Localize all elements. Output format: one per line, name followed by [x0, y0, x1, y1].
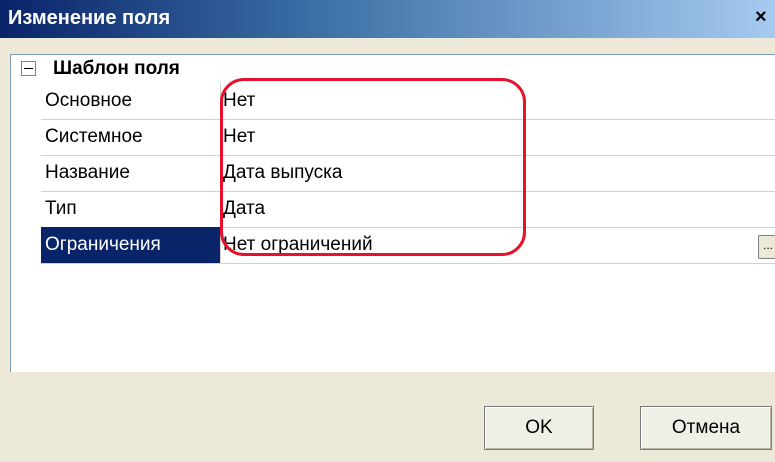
category-label: Шаблон поля — [53, 58, 180, 79]
dialog-footer: OK Отмена — [0, 372, 775, 462]
property-name: Тип — [41, 191, 221, 227]
ok-button[interactable]: OK — [484, 406, 594, 450]
edit-field-dialog: Изменение поля × Шаблон поля Основное Не… — [0, 0, 775, 462]
property-name: Основное — [41, 83, 221, 119]
cancel-button[interactable]: Отмена — [640, 406, 772, 450]
title-bar[interactable]: Изменение поля × — [0, 0, 775, 38]
property-name: Ограничения — [41, 227, 221, 263]
dialog-title: Изменение поля — [8, 7, 171, 29]
property-name: Системное — [41, 119, 221, 155]
browse-ellipsis-button[interactable]: ... — [758, 235, 775, 259]
close-icon[interactable]: × — [755, 4, 775, 30]
grid-gutter — [11, 83, 41, 263]
property-name: Название — [41, 155, 221, 191]
collapse-toggle-icon[interactable] — [21, 61, 36, 76]
highlight-annotation — [220, 78, 526, 256]
